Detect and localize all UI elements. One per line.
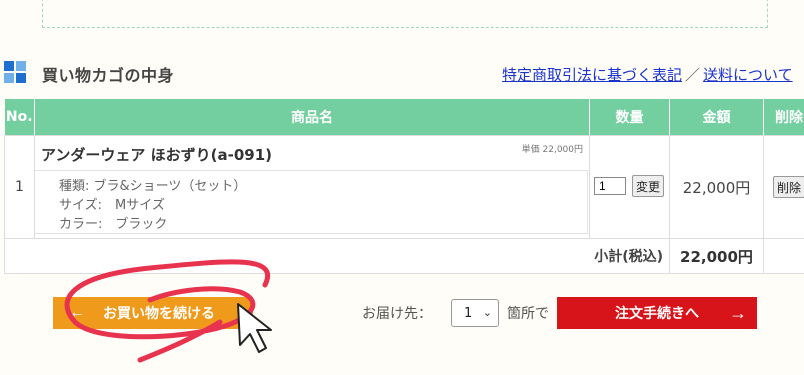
row-number: 1 <box>4 135 35 239</box>
option-color: カラー: ブラック <box>59 217 168 232</box>
grid-icon <box>4 61 26 83</box>
header-links: 特定商取引法に基づく表記／送料について <box>502 64 793 85</box>
shipping-link[interactable]: 送料について <box>703 66 793 84</box>
checkout-label: 注文手続きへ <box>615 305 699 321</box>
places-label: 箇所で <box>507 306 549 322</box>
continue-shopping-label: お買い物を続ける <box>103 305 215 321</box>
header-product-name: 商品名 <box>34 99 590 136</box>
subtotal-empty-cell <box>763 238 804 274</box>
subtotal-value: 22,000円 <box>669 238 764 274</box>
arrow-right-icon: → <box>729 302 747 323</box>
header-price: 金額 <box>669 99 764 136</box>
cart-table: No. 商品名 数量 金額 削除 1 アンダーウェア ほおずり(a-091) 単… <box>4 99 804 274</box>
quantity-cell: 変更 <box>589 135 670 239</box>
destination-count-select[interactable]: 1 ⌄ <box>451 299 499 327</box>
destination-count-value: 1 <box>464 305 473 321</box>
product-name: アンダーウェア ほおずり(a-091) <box>41 146 272 164</box>
top-dashed-box <box>42 0 768 28</box>
table-row: 1 アンダーウェア ほおずり(a-091) 単価 22,000円 種類: ブラ&… <box>4 135 804 239</box>
quantity-input[interactable] <box>594 177 626 195</box>
change-quantity-button[interactable]: 変更 <box>632 175 664 197</box>
option-size: サイズ: Mサイズ <box>59 198 165 213</box>
header-delete: 削除 <box>763 99 804 136</box>
header-quantity: 数量 <box>589 99 670 136</box>
continue-shopping-button[interactable]: ← お買い物を続ける <box>53 297 253 329</box>
subtotal-label: 小計(税込) <box>4 238 670 274</box>
section-title: 買い物カゴの中身 <box>42 66 175 85</box>
tokushoho-link[interactable]: 特定商取引法に基づく表記 <box>502 66 682 84</box>
subtotal-row: 小計(税込) 22,000円 <box>4 238 804 274</box>
product-options: 種類: ブラ&ショーツ（セット） サイズ: Mサイズ カラー: ブラック <box>35 170 588 234</box>
option-type: 種類: ブラ&ショーツ（セット） <box>59 179 247 194</box>
delete-button[interactable]: 削除 <box>773 176 804 198</box>
item-price: 22,000円 <box>669 135 764 239</box>
checkout-button[interactable]: 注文手続きへ → <box>557 297 757 329</box>
header-no: No. <box>4 99 35 136</box>
unit-price: 単価 22,000円 <box>521 145 583 155</box>
arrow-left-icon: ← <box>69 304 85 321</box>
link-separator: ／ <box>685 66 701 84</box>
chevron-down-icon: ⌄ <box>482 306 492 319</box>
destination-label: お届け先： <box>362 306 432 322</box>
cart-header-row: No. 商品名 数量 金額 削除 <box>4 99 804 136</box>
product-cell: アンダーウェア ほおずり(a-091) 単価 22,000円 種類: ブラ&ショ… <box>34 135 590 239</box>
delete-cell: 削除 <box>763 135 804 239</box>
